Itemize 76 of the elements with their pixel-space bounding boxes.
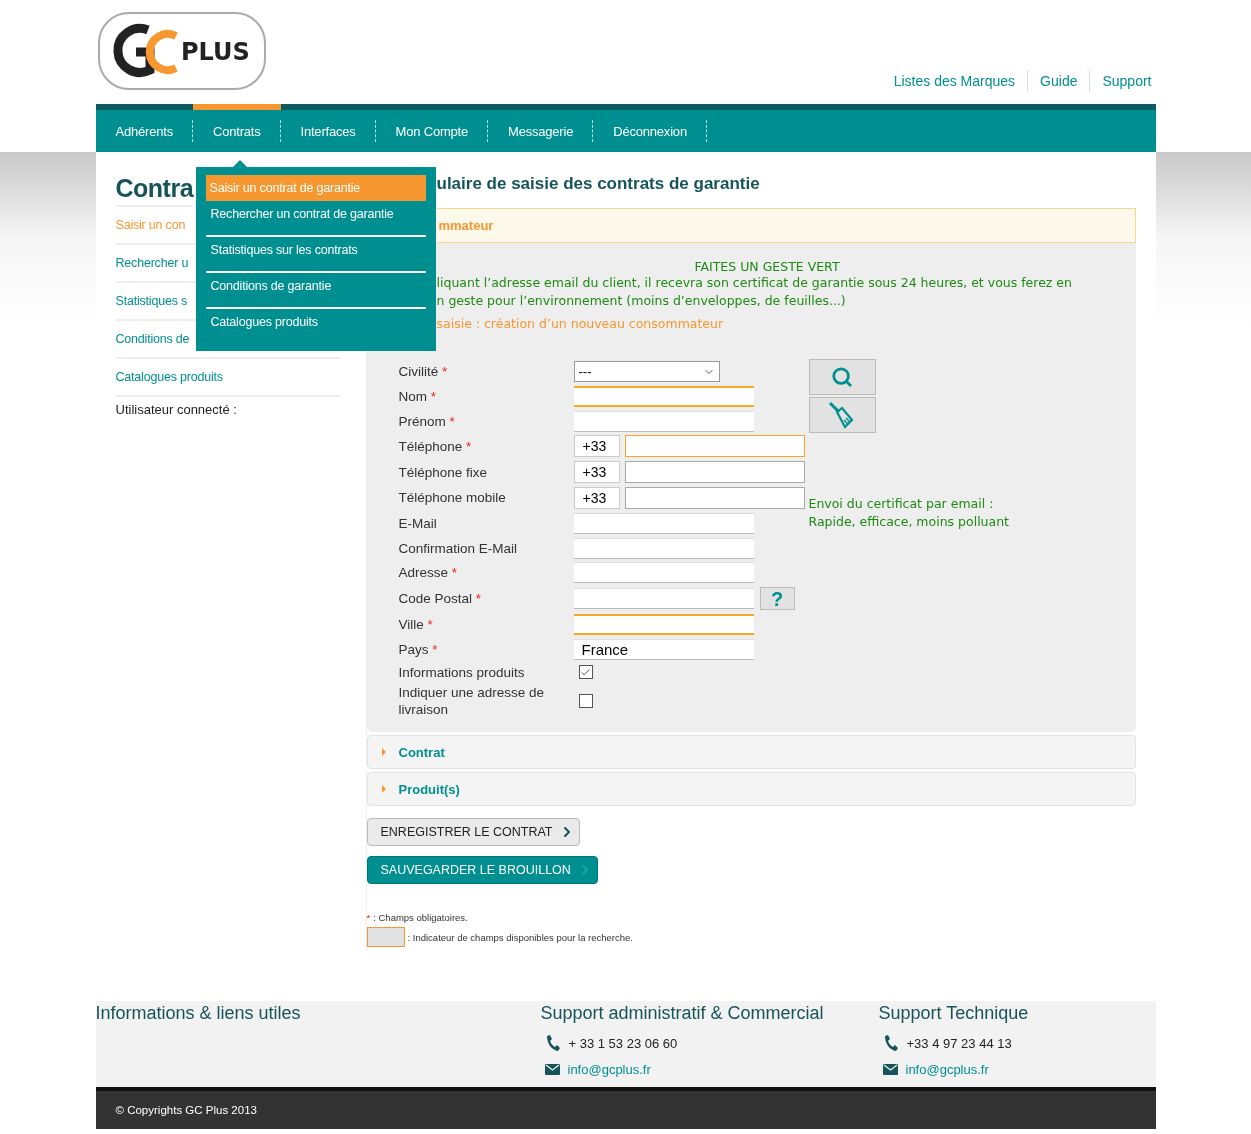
field-label: Téléphone mobile <box>398 489 507 507</box>
field-label: Nom * <box>398 387 438 405</box>
top-link[interactable]: Support <box>1089 70 1156 92</box>
save-draft-button[interactable]: SAUVEGARDER LE BROUILLON <box>366 856 598 885</box>
phone-icon <box>882 1034 899 1053</box>
nav-tab[interactable]: Interfaces <box>280 104 376 152</box>
field-label: Confirmation E-Mail <box>398 539 519 557</box>
legend-text: : Champs obligatoires. <box>373 912 468 924</box>
phone-number: + 33 1 53 23 06 60 <box>568 1035 678 1051</box>
email-link[interactable]: info@gcplus.fr <box>567 1062 651 1078</box>
field-label: Code Postal * <box>398 590 483 608</box>
logo-text: PLUS <box>180 38 250 66</box>
footer-heading: Support administratif & Commercial <box>540 1002 825 1025</box>
field-label: E-Mail <box>398 514 438 532</box>
legend-text: : Indicateur de champs disponibles pour la recherche. <box>407 931 633 943</box>
input-field[interactable] <box>624 487 805 509</box>
envelope-icon <box>544 1064 560 1076</box>
clear-button[interactable] <box>808 397 876 433</box>
email-note: Rapide, efficace, moins polluant <box>808 513 1009 531</box>
input-field[interactable] <box>573 385 754 407</box>
section-header[interactable]: Produit(s) <box>366 772 1136 807</box>
nav-tab[interactable]: Adhérents <box>95 104 193 152</box>
input-field[interactable] <box>573 613 754 635</box>
field-label: Téléphone fixe <box>398 463 489 481</box>
user-label: Utilisateur connecté : <box>115 401 238 417</box>
nav-tab[interactable]: Messagerie <box>488 104 594 152</box>
phone-prefix-field[interactable]: +33 <box>573 461 620 484</box>
section-header[interactable]: Contrat <box>366 735 1136 770</box>
phone-prefix-field[interactable]: +33 <box>573 435 620 458</box>
field-label: Ville * <box>398 615 434 633</box>
mode-text: saisie : création d’un nouveau consommateur <box>436 316 725 331</box>
menu-item[interactable]: Catalogues produits <box>205 309 426 343</box>
menu-item[interactable]: Saisir un contrat de garantie <box>205 175 426 201</box>
search-icon <box>831 366 853 388</box>
menu-item[interactable]: Statistiques sur les contrats <box>205 237 426 273</box>
civility-select[interactable]: --- <box>573 361 720 382</box>
phone-prefix-field[interactable]: +33 <box>573 487 620 509</box>
menu-item[interactable]: Conditions de garantie <box>205 273 426 309</box>
field-label: Prénom * <box>398 412 456 430</box>
logo-mark-icon <box>97 12 266 90</box>
page-title: Contra <box>115 174 192 207</box>
footer-heading: Informations & liens utiles <box>95 1002 302 1025</box>
input-field[interactable] <box>624 435 805 458</box>
field-label: Téléphone * <box>398 437 473 455</box>
save-button[interactable]: ENREGISTRER LE CONTRAT <box>366 818 580 847</box>
field-label: Pays * <box>398 640 439 658</box>
field-label: Civilité * <box>398 363 449 380</box>
search-button[interactable] <box>808 359 876 395</box>
footer-heading: Support Technique <box>878 1002 1030 1025</box>
sidebar-link[interactable]: Catalogues produits <box>115 359 341 397</box>
field-label: Adresse * <box>398 564 459 582</box>
notice-text: n geste pour l’environnement (moins d’enveloppes, de feuilles...) <box>436 292 847 310</box>
help-button[interactable]: ? <box>759 587 795 611</box>
input-field[interactable]: France <box>573 638 754 660</box>
form-title: ulaire de saisie des contrats de garantie <box>436 174 761 195</box>
checkbox[interactable] <box>578 665 593 680</box>
menu-item[interactable]: Rechercher un contrat de garantie <box>205 201 426 237</box>
phone-number: +33 4 97 23 44 13 <box>906 1035 1012 1051</box>
checkbox[interactable] <box>578 694 593 709</box>
checkmark-icon <box>580 666 591 678</box>
input-field[interactable] <box>624 461 805 484</box>
nav-tab[interactable]: Mon Compte <box>375 104 488 152</box>
top-link[interactable]: Guide <box>1027 70 1090 92</box>
notice-text: liquant l’adresse email du client, il recevra son certificat de garantie sous 24 heures, et vous ferez en <box>436 274 1073 292</box>
field-label: Indiquer une adresse de livraison <box>398 684 546 719</box>
copyright-text: © Copyrights GC Plus 2013 <box>115 1104 257 1117</box>
phone-icon <box>544 1034 561 1053</box>
notice-heading: FAITES UN GESTE VERT <box>693 259 841 274</box>
required-mark: * <box>366 912 371 924</box>
nav-tab[interactable]: Déconnexion <box>593 104 707 152</box>
envelope-icon <box>882 1064 898 1076</box>
section-header[interactable]: mmateur <box>436 208 1136 243</box>
email-note: Envoi du certificat par email : <box>808 495 995 513</box>
field-label: Informations produits <box>398 663 526 681</box>
email-link[interactable]: info@gcplus.fr <box>905 1062 989 1078</box>
top-link[interactable]: Listes des Marques <box>881 70 1028 92</box>
